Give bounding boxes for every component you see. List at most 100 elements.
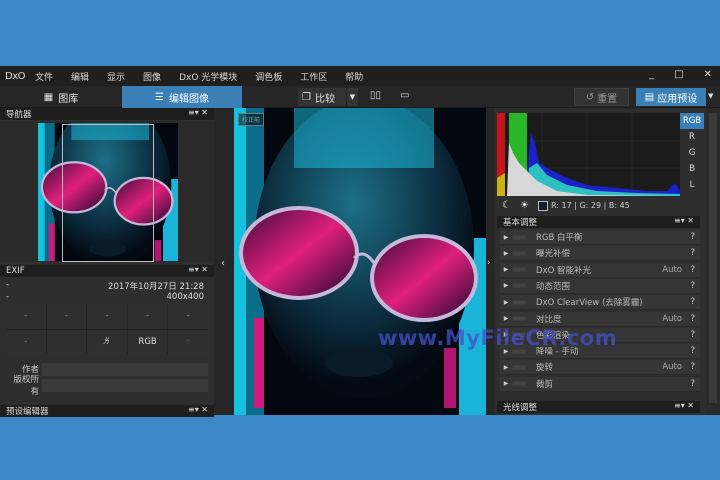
- adjustment-label: DxO 智能补光: [536, 265, 591, 276]
- chevron-left-icon[interactable]: ‹: [221, 258, 225, 269]
- scrollbar-thumb[interactable]: [709, 113, 717, 403]
- adjustment-label: 旋转: [536, 363, 554, 374]
- enable-toggle[interactable]: [512, 348, 526, 354]
- help-icon[interactable]: ?: [690, 314, 695, 324]
- document-icon: ▤: [644, 91, 655, 103]
- panel-controls-icon[interactable]: ≡▾ ✕: [188, 405, 208, 414]
- help-icon[interactable]: ?: [690, 346, 695, 356]
- adjustment-item[interactable]: ▶ 曝光补偿?: [500, 246, 700, 262]
- help-icon[interactable]: ?: [690, 232, 695, 242]
- sun-icon[interactable]: ☀: [520, 200, 529, 211]
- copyright-field[interactable]: [42, 378, 208, 392]
- exif-cell: -: [46, 304, 87, 329]
- app-window: DxO 文件 编辑 显示 图像 DxO 光学模块 调色板 工作区 帮助 _ □ …: [0, 66, 720, 417]
- expand-triangle-icon[interactable]: ▶: [500, 331, 512, 338]
- navigator-area[interactable]: [0, 121, 214, 262]
- menu-file[interactable]: 文件: [35, 70, 53, 83]
- chevron-down-icon[interactable]: ▼: [346, 88, 358, 106]
- exif-cell: ϟ̸: [87, 329, 127, 354]
- help-icon[interactable]: ?: [690, 248, 695, 258]
- right-panel-scrollbar[interactable]: [706, 108, 720, 415]
- adjustment-item[interactable]: ▶ 动态范围?: [500, 278, 700, 294]
- minimize-button[interactable]: _: [649, 69, 654, 80]
- adjustment-label: DxO ClearView (去除雾霾): [536, 298, 643, 309]
- author-field[interactable]: [42, 362, 208, 376]
- adjustment-item[interactable]: ▶ RGB 白平衡?: [500, 230, 700, 245]
- tab-library[interactable]: ▦ 图库: [0, 86, 122, 108]
- channel-r[interactable]: R: [680, 129, 704, 145]
- enable-toggle[interactable]: [512, 234, 526, 240]
- close-button[interactable]: ✕: [704, 69, 712, 80]
- image-viewer[interactable]: 校正前: [234, 108, 486, 415]
- adjustment-item[interactable]: ▶ 降噪 - 手动?: [500, 344, 700, 360]
- chevron-right-icon[interactable]: ›: [487, 258, 491, 268]
- enable-toggle[interactable]: [512, 250, 526, 256]
- help-icon[interactable]: ?: [690, 379, 695, 389]
- reset-button[interactable]: ↺ 重置: [574, 88, 629, 106]
- expand-triangle-icon[interactable]: ▶: [500, 315, 512, 322]
- expand-triangle-icon[interactable]: ▶: [500, 234, 512, 241]
- panel-controls-icon[interactable]: ≡▾ ✕: [188, 108, 208, 117]
- histogram-tools: ☾ ☀ R: 17 | G: 29 | B: 45: [502, 200, 630, 211]
- adjustment-label: 曝光补偿: [536, 249, 571, 260]
- expand-triangle-icon[interactable]: ▶: [500, 266, 512, 273]
- panel-controls-icon[interactable]: ≡▾ ✕: [674, 216, 694, 225]
- maximize-button[interactable]: □: [674, 69, 683, 80]
- expand-triangle-icon[interactable]: ▶: [500, 299, 512, 306]
- enable-toggle[interactable]: [512, 364, 526, 370]
- adjustment-item[interactable]: ▶ DxO ClearView (去除雾霾)?: [500, 295, 700, 311]
- expand-triangle-icon[interactable]: ▶: [500, 282, 512, 289]
- enable-toggle[interactable]: [512, 332, 526, 338]
- expand-triangle-icon[interactable]: ▶: [500, 364, 512, 371]
- enable-toggle[interactable]: [512, 316, 526, 321]
- moon-icon[interactable]: ☾: [502, 200, 511, 211]
- help-icon[interactable]: ?: [690, 297, 695, 307]
- help-icon[interactable]: ?: [690, 281, 695, 291]
- compare-label: 比较: [314, 93, 335, 105]
- channel-b[interactable]: B: [680, 161, 704, 177]
- light-adjust-title: 光线调整: [503, 403, 538, 413]
- enable-toggle[interactable]: [512, 299, 526, 305]
- panel-controls-icon[interactable]: ≡▾ ✕: [188, 265, 208, 274]
- expand-triangle-icon[interactable]: ▶: [500, 348, 512, 355]
- channel-l[interactable]: L: [680, 177, 704, 193]
- panel-controls-icon[interactable]: ≡▾ ✕: [674, 401, 694, 410]
- adjustment-item[interactable]: ▶ 对比度 Auto?: [500, 311, 700, 327]
- menu-help[interactable]: 帮助: [345, 70, 363, 83]
- exif-cell: RGB: [127, 329, 168, 354]
- help-icon[interactable]: ?: [690, 265, 695, 275]
- menu-view[interactable]: 显示: [107, 70, 125, 83]
- menu-optics[interactable]: DxO 光学模块: [179, 70, 237, 83]
- auto-label: Auto: [662, 362, 682, 373]
- enable-toggle[interactable]: [512, 283, 526, 289]
- toolbar: ▦ 图库 ☰ 编辑图像 ❐ 比较 ▼ ▯▯ ▭ ↺ 重置 ▤ 应用预设 ▼: [0, 86, 720, 108]
- apply-preset-button[interactable]: ▤ 应用预设: [636, 88, 706, 106]
- split-view-icon[interactable]: ▯▯: [370, 90, 381, 101]
- tab-edit-image[interactable]: ☰ 编辑图像: [122, 86, 242, 108]
- menu-image[interactable]: 图像: [143, 70, 161, 83]
- menu-edit[interactable]: 编辑: [71, 70, 89, 83]
- adjustment-item[interactable]: ▶ 裁剪?: [500, 376, 700, 392]
- viewer-tag: 校正前: [238, 113, 265, 126]
- enable-toggle[interactable]: [512, 267, 526, 273]
- toolbar-more-icon[interactable]: ▼: [708, 92, 713, 100]
- menu-palette[interactable]: 调色板: [255, 70, 282, 83]
- help-icon[interactable]: ?: [690, 362, 695, 372]
- channel-rgb[interactable]: RGB: [680, 113, 704, 129]
- expand-triangle-icon[interactable]: ▶: [500, 380, 512, 387]
- adjustment-label: 降噪 - 手动: [536, 347, 579, 358]
- adjustment-item[interactable]: ▶ DxO 智能补光 Auto?: [500, 262, 700, 278]
- help-icon[interactable]: ?: [690, 330, 695, 340]
- channel-g[interactable]: G: [680, 145, 704, 161]
- fullscreen-icon[interactable]: ▭: [400, 90, 409, 101]
- basic-adjust-header: 基本调整 ≡▾ ✕: [497, 216, 700, 228]
- reset-label: 重置: [597, 93, 618, 105]
- menu-workspace[interactable]: 工作区: [300, 70, 327, 83]
- adjustment-item[interactable]: ▶ 旋转 Auto?: [500, 360, 700, 376]
- adjustment-item[interactable]: ▶ 色彩渲染?: [500, 327, 700, 343]
- enable-toggle[interactable]: [512, 381, 526, 387]
- compare-button[interactable]: ❐ 比较 ▼: [298, 88, 358, 106]
- expand-triangle-icon[interactable]: ▶: [500, 250, 512, 257]
- navigator-viewport-rect[interactable]: [62, 124, 154, 262]
- exif-grid: - - - - - - ϟ̸ RGB ⌾: [6, 304, 208, 354]
